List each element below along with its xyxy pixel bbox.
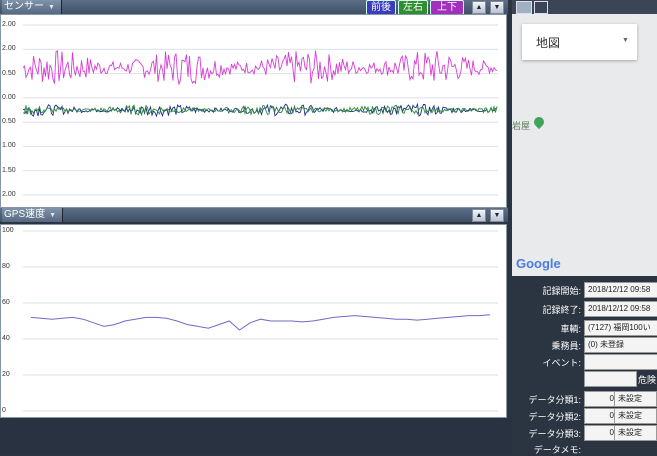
sensor-chart: 2.00 2.00 0.50 0.00 0.50 1.00 1.50 2.00 (0, 14, 507, 208)
y-tick-label: 20 (2, 371, 10, 378)
bottom-bar (0, 418, 512, 454)
y-tick-label: 1.50 (2, 166, 16, 174)
category2-value[interactable]: 未設定 (614, 408, 657, 424)
category2-label: データ分類2: (528, 412, 581, 422)
category3-number: 0 (584, 425, 618, 441)
map-icon (516, 1, 532, 14)
scroll-up-button[interactable]: ▲ (472, 209, 486, 222)
gps-panel-dropdown[interactable]: GPS速度 ▼ (2, 208, 64, 222)
sensor-y-axis: 2.00 2.00 0.50 0.00 0.50 1.00 1.50 2.00 (1, 15, 23, 207)
event-detail-field (584, 371, 637, 387)
vehicle-value: (7127) 福岡100い (584, 320, 657, 336)
record-end-value: 2018/12/12 09:58 (584, 301, 657, 317)
y-tick-label: 40 (2, 335, 10, 342)
map-header (512, 0, 657, 14)
gps-y-axis: 100 80 60 40 20 0 (1, 225, 23, 417)
scroll-down-button[interactable]: ▼ (490, 1, 504, 14)
record-start-label: 記録開始: (542, 286, 581, 296)
gps-speed-line (30, 314, 491, 331)
sensor-panel-title: センサー (4, 1, 44, 12)
series-line-1 (23, 102, 498, 118)
sensor-plot (23, 24, 498, 196)
category3-value[interactable]: 未設定 (614, 425, 657, 441)
scroll-down-button[interactable]: ▼ (490, 209, 504, 222)
y-tick-label: 0 (2, 407, 6, 414)
y-tick-label: 0.00 (2, 93, 16, 101)
map-view[interactable]: 地図 ▼ 岩屋 Google (512, 14, 657, 276)
y-tick-label: 60 (2, 299, 10, 306)
axis-left-right-button[interactable]: 左右 (398, 0, 428, 15)
y-tick-label: 2.00 (2, 21, 16, 28)
gps-plot (23, 230, 498, 412)
y-tick-label: 1.00 (2, 142, 16, 150)
category1-value[interactable]: 未設定 (614, 391, 657, 407)
sensor-panel-dropdown[interactable]: センサー ▼ (2, 0, 62, 14)
y-tick-label: 2.00 (2, 191, 16, 198)
vehicle-label: 車輌: (560, 324, 581, 334)
event-label: イベント: (542, 358, 581, 368)
gps-panel-title: GPS速度 (4, 209, 46, 220)
y-tick-label: 80 (2, 263, 10, 270)
google-logo: Google (516, 256, 561, 271)
gps-speed-chart: 100 80 60 40 20 0 (0, 224, 507, 418)
chevron-down-icon: ▼ (49, 212, 57, 219)
record-start-value: 2018/12/12 09:58 (584, 282, 657, 298)
crew-value: (0) 未登録 (584, 337, 657, 353)
chevron-down-icon: ▼ (48, 4, 55, 11)
map-type-label: 地図 (536, 36, 561, 50)
gps-panel-header: GPS速度 ▼ ▲ ▼ (0, 208, 508, 222)
chevron-down-icon: ▼ (622, 37, 629, 44)
axis-front-back-button[interactable]: 前後 (366, 0, 396, 15)
event-value (584, 354, 657, 370)
series-line-0 (23, 49, 498, 85)
window-icon[interactable] (534, 1, 548, 14)
y-tick-label: 100 (2, 227, 14, 234)
category1-label: データ分類1: (528, 395, 581, 405)
sensor-panel-header: センサー ▼ 前後 左右 上下 ▲ ▼ (0, 0, 508, 15)
memo-label: データメモ: (533, 445, 581, 455)
crew-label: 乗務員: (551, 341, 581, 351)
place-name: 岩屋 (512, 121, 531, 131)
category1-number: 0 (584, 391, 618, 407)
axis-up-down-button[interactable]: 上下 (430, 0, 464, 15)
map-type-dropdown[interactable]: 地図 ▼ (522, 24, 637, 60)
y-tick-label: 0.50 (2, 118, 16, 126)
category3-label: データ分類3: (528, 429, 581, 439)
danger-label: 危険 (638, 375, 657, 385)
y-tick-label: 0.50 (2, 69, 16, 77)
map-pin-icon[interactable] (531, 114, 547, 130)
info-panel: 記録開始: 2018/12/12 09:58 記録終了: 2018/12/12 … (512, 276, 657, 455)
scroll-up-button[interactable]: ▲ (472, 1, 486, 14)
category2-number: 0 (584, 408, 618, 424)
y-tick-label: 2.00 (2, 45, 16, 53)
record-end-label: 記録終了: (542, 305, 581, 315)
